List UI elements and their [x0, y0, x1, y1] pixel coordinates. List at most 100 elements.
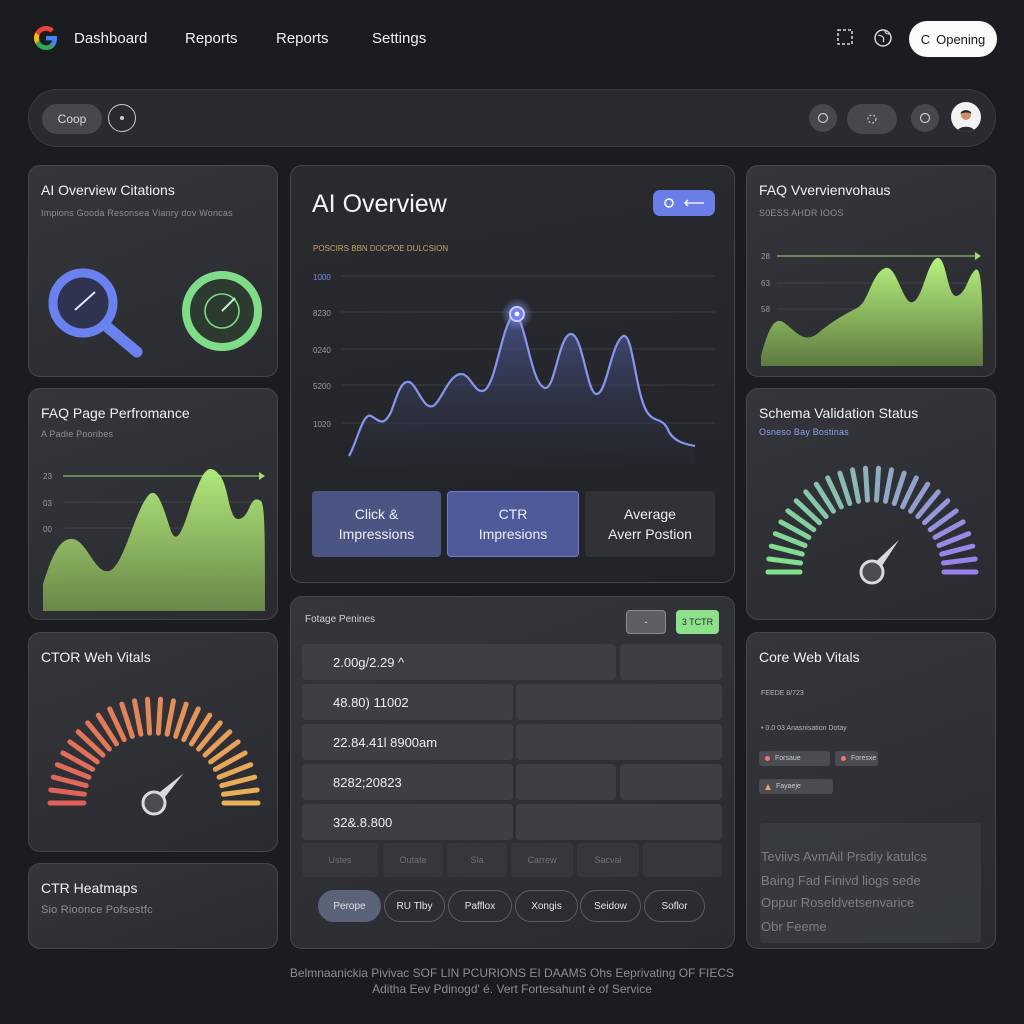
faq-page-performance-card: FAQ Page Perfromance A Padie Pooribes 23… [28, 388, 278, 620]
table-cell[interactable] [620, 644, 722, 680]
table-footer-cell[interactable]: Ustes [302, 843, 378, 877]
search-toolbar: Coop [28, 89, 996, 147]
nav-reports-secondary[interactable]: Reports [276, 30, 329, 47]
warning-icon [765, 783, 771, 790]
gauge-tick [862, 465, 870, 503]
ctr-heatmaps-card: CTR Heatmaps Sio Rioonce Pofsestfc [28, 863, 278, 949]
gauge-tick [48, 787, 88, 797]
gauge-tick [940, 556, 978, 566]
metric-clicks-impressions[interactable]: Click & Impressions [312, 491, 441, 557]
metric-label-line: CTR [498, 506, 528, 522]
metric-caption: FEEDE 8/723 [761, 690, 804, 697]
summary-line: Teviivs AvmAil Prsdiy katulcs [761, 849, 927, 864]
filter-pill[interactable]: Soflor [644, 890, 705, 922]
nav-reports[interactable]: Reports [185, 30, 238, 47]
gauge-tick [220, 787, 260, 797]
status-badge[interactable]: Foresxe [835, 751, 878, 766]
core-web-vitals-card: Core Web Vitals FEEDE 8/723 • 0.0 03 Ana… [746, 632, 996, 949]
table-footer-cell[interactable] [643, 843, 722, 877]
gauge-tick [144, 696, 153, 736]
card-subtitle: Sio Rioonce Pofsestfc [41, 904, 153, 916]
filter-pill[interactable]: Pafflox [448, 890, 512, 922]
table-row[interactable]: 2.00g/2.29 ^ [302, 644, 616, 680]
filter-pill[interactable]: Xongis [515, 890, 578, 922]
table-cell[interactable] [516, 684, 722, 720]
option-circle-button[interactable] [809, 104, 837, 132]
gauge-tick [155, 696, 164, 736]
metric-label-line: Average [624, 506, 676, 522]
user-avatar[interactable] [951, 102, 981, 132]
metric-label-line: Impressions [338, 526, 415, 542]
gauge-tick [891, 470, 907, 507]
gauge-tick [766, 556, 804, 566]
gauge-tick [50, 774, 89, 789]
faq-overview-card: FAQ Vvervienvohaus S0ESS AHDR IOOS 28 63… [746, 165, 996, 377]
metric-ctr-impressions[interactable]: CTR Impresions [447, 491, 579, 557]
table-row[interactable]: 22.84.41l 8900am [302, 724, 513, 760]
table-ctr-button[interactable]: 3 TCTR [676, 610, 719, 634]
toggle-circle-button[interactable] [911, 104, 939, 132]
badge-label: Fayaeje [776, 783, 801, 790]
gauge-tick [874, 465, 882, 503]
gauge-tick [119, 701, 135, 739]
summary-line: Obr Feeme [761, 919, 827, 934]
sync-button[interactable] [847, 104, 897, 134]
table-footer-cell[interactable]: Sla [447, 843, 507, 877]
status-badge[interactable]: Fayaeje [759, 779, 833, 794]
gauge-tick [219, 774, 258, 789]
gauge-tick [882, 467, 894, 504]
nav-settings[interactable]: Settings [372, 30, 426, 47]
metric-label: CTR Impresions [479, 504, 547, 544]
table-row[interactable]: 48.80) 11002 [302, 684, 513, 720]
metric-average-position[interactable]: Average Averr Postion [585, 491, 715, 557]
table-cell[interactable] [620, 764, 722, 800]
magnifier-search-icon [48, 268, 143, 358]
metric-label: Click & Impressions [339, 504, 414, 544]
card-title: AI Overview Citations [41, 182, 175, 198]
card-title: Core Web Vitals [759, 649, 860, 665]
card-subtitle: Impions Gooda Resonsea Vianry dov Woncas [41, 208, 233, 218]
footer-line: Belmnaanickia Pivivac SOF LIN PCURIONS E… [289, 966, 735, 980]
card-title: CTR Heatmaps [41, 880, 138, 896]
top-navigation: Dashboard Reports Reports Settings C Ope… [0, 0, 1024, 80]
metric-label-line: Averr Postion [608, 526, 692, 542]
faq-area-chart [43, 468, 265, 611]
globe-icon[interactable] [871, 26, 895, 50]
open-button-label: Opening [936, 31, 986, 47]
metric-label-line: Click & [354, 506, 399, 522]
table-row[interactable]: 8282;20823 [302, 764, 513, 800]
table-footer-cell[interactable]: Sacval [577, 843, 639, 877]
gauge-hub [859, 559, 885, 585]
target-gauge-icon [182, 271, 262, 351]
metric-label-line: Impresions [478, 526, 548, 542]
filter-chip[interactable]: Coop [42, 104, 102, 134]
status-badge[interactable]: Forsaue [759, 751, 830, 766]
table-footer-cell[interactable]: Outate [383, 843, 443, 877]
fullscreen-icon[interactable] [834, 26, 858, 50]
table-footer-cell[interactable]: Carrew [511, 843, 573, 877]
filter-pill[interactable]: RU Tlby [384, 890, 445, 922]
status-dot-icon [841, 756, 846, 761]
summary-line: Oppur Roseldvetsenvarice [761, 895, 915, 910]
badge-label: Forsaue [775, 755, 801, 762]
table-filter-button[interactable]: - [626, 610, 666, 634]
filter-chip-label: Coop [57, 112, 87, 126]
button-label: 3 TCTR [681, 617, 714, 627]
info-icon[interactable] [108, 104, 136, 132]
schema-gauge [765, 465, 979, 585]
open-button[interactable]: C Opening [909, 21, 997, 57]
filter-pill[interactable]: Seidow [580, 890, 641, 922]
nav-dashboard[interactable]: Dashboard [74, 30, 147, 47]
table-row[interactable]: 32&.8.800 [302, 804, 513, 840]
filter-pill-active[interactable]: Perope [318, 890, 381, 922]
metric-caption: • 0.0 03 Anasnisation Dotay [761, 725, 847, 732]
schema-validation-card: Schema Validation Status Osneso Bay Bost… [746, 388, 996, 620]
metric-label: Average Averr Postion [608, 504, 692, 544]
gauge-hub [141, 790, 167, 816]
table-cell[interactable] [516, 804, 722, 840]
google-logo-icon[interactable] [30, 22, 62, 54]
button-label: - [644, 617, 648, 627]
table-cell[interactable] [516, 764, 616, 800]
table-cell[interactable] [516, 724, 722, 760]
sync-icon [867, 114, 877, 124]
